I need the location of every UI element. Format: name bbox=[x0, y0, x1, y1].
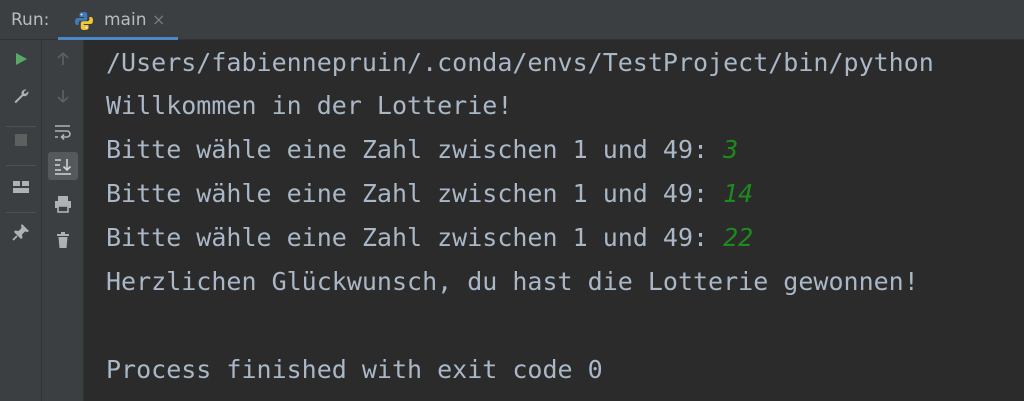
interpreter-path-line: /Users/fabiennepruin/.conda/envs/TestPro… bbox=[106, 48, 934, 77]
prompt-text: Bitte wähle eine Zahl zwischen 1 und 49: bbox=[106, 179, 724, 208]
soft-wrap-button[interactable] bbox=[48, 118, 78, 146]
trash-icon bbox=[57, 232, 69, 248]
scroll-to-end-icon bbox=[55, 159, 72, 175]
python-icon bbox=[74, 11, 94, 35]
stop-icon bbox=[15, 134, 27, 146]
edit-configuration-button[interactable] bbox=[6, 82, 36, 110]
user-input: 3 bbox=[723, 135, 739, 164]
prompt-line: Bitte wähle eine Zahl zwischen 1 und 49:… bbox=[106, 135, 738, 165]
down-arrow-icon bbox=[57, 90, 69, 103]
print-button[interactable] bbox=[48, 190, 78, 218]
user-input: 22 bbox=[723, 223, 754, 252]
prompt-text: Bitte wähle eine Zahl zwischen 1 und 49: bbox=[106, 135, 724, 164]
next-occurrence-button[interactable] bbox=[48, 82, 78, 110]
pin-tab-button[interactable] bbox=[6, 218, 36, 246]
tab-main[interactable]: main × bbox=[58, 0, 178, 40]
run-tab-bar: Run: main × bbox=[0, 0, 1024, 40]
previous-occurrence-button[interactable] bbox=[48, 45, 78, 73]
run-toolbar-right bbox=[42, 40, 84, 401]
tab-main-label: main bbox=[104, 10, 147, 30]
run-label: Run: bbox=[11, 10, 50, 30]
close-icon[interactable]: × bbox=[152, 10, 165, 29]
stop-button[interactable] bbox=[6, 126, 36, 154]
scroll-to-end-button[interactable] bbox=[48, 152, 78, 180]
run-icon bbox=[16, 53, 27, 65]
up-arrow-icon bbox=[57, 52, 69, 65]
clear-all-button[interactable] bbox=[48, 226, 78, 254]
print-icon bbox=[55, 196, 71, 213]
prompt-line: Bitte wähle eine Zahl zwischen 1 und 49:… bbox=[106, 223, 753, 253]
prompt-text: Bitte wähle eine Zahl zwischen 1 und 49: bbox=[106, 223, 724, 252]
result-line: Herzlichen Glückwunsch, du hast die Lott… bbox=[106, 267, 919, 296]
console-output[interactable]: /Users/fabiennepruin/.conda/envs/TestPro… bbox=[84, 40, 1024, 401]
restore-layout-button[interactable] bbox=[6, 173, 36, 201]
prompt-line: Bitte wähle eine Zahl zwischen 1 und 49:… bbox=[106, 179, 753, 209]
run-toolbar-left bbox=[0, 40, 42, 401]
wrench-icon bbox=[14, 89, 29, 104]
pin-icon bbox=[12, 224, 29, 241]
exit-message-line: Process finished with exit code 0 bbox=[106, 355, 603, 384]
welcome-line: Willkommen in der Lotterie! bbox=[106, 91, 513, 120]
soft-wrap-icon bbox=[55, 125, 71, 141]
rerun-button[interactable] bbox=[6, 45, 36, 73]
user-input: 14 bbox=[723, 179, 754, 208]
layout-icon bbox=[13, 181, 29, 193]
